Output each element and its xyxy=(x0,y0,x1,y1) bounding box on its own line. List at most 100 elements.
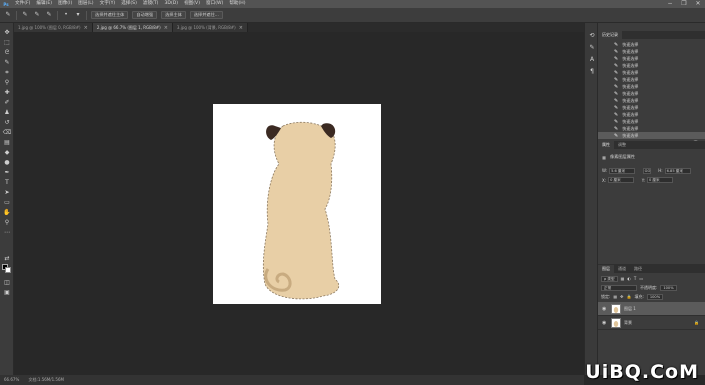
subtract-selection-icon[interactable]: ✎ xyxy=(45,11,53,19)
x-field[interactable]: X: 0 厘米 xyxy=(602,177,635,184)
pen-tool-icon[interactable]: ✒ xyxy=(2,169,12,177)
history-item[interactable]: ✎ 快速选择 xyxy=(598,69,705,76)
height-field[interactable]: H: 6.85 厘米 xyxy=(658,167,691,174)
history-item[interactable]: ✎ 快速选择 xyxy=(598,76,705,83)
new-selection-icon[interactable]: ✎ xyxy=(21,11,29,19)
opacity-input[interactable]: 100% xyxy=(660,284,677,291)
menu-edit[interactable]: 编辑(E) xyxy=(33,0,55,8)
filter-pixel-icon[interactable]: ▦ xyxy=(621,276,625,281)
screen-mode-icon[interactable]: ▣ xyxy=(2,289,12,297)
zoom-tool-icon[interactable]: ⚲ xyxy=(2,219,12,227)
filter-shape-icon[interactable]: ▭ xyxy=(639,276,643,281)
blend-mode-select[interactable]: 正常 xyxy=(601,284,637,291)
minimize-button[interactable]: − xyxy=(663,0,677,8)
brush-size-icon[interactable]: • xyxy=(62,11,70,19)
lasso-tool-icon[interactable]: ᘓ xyxy=(2,49,12,57)
blur-tool-icon[interactable]: ◆ xyxy=(2,149,12,157)
character-panel-icon[interactable]: A xyxy=(587,55,597,64)
link-dimensions-button[interactable]: GO xyxy=(642,168,651,175)
hand-tool-icon[interactable]: ✋ xyxy=(2,209,12,217)
history-item[interactable]: ✎ 快速选择 xyxy=(598,132,705,139)
lock-all-icon[interactable]: 🔒 xyxy=(627,294,632,299)
quick-selection-tool-icon[interactable]: ✎ xyxy=(2,59,12,67)
y-field[interactable]: Y: 0 厘米 xyxy=(642,177,673,184)
history-item[interactable]: ✎ 快速选择 xyxy=(598,97,705,104)
clone-stamp-tool-icon[interactable]: ♟ xyxy=(2,109,12,117)
paragraph-panel-icon[interactable]: ¶ xyxy=(587,67,597,76)
menu-3d[interactable]: 3D(D) xyxy=(161,0,181,8)
restore-button[interactable]: ❐ xyxy=(677,0,691,8)
history-item[interactable]: ✎ 快速选择 xyxy=(598,83,705,90)
history-item[interactable]: ✎ 快速选择 xyxy=(598,104,705,111)
background-color-swatch[interactable] xyxy=(5,267,11,273)
swap-colors-icon[interactable]: ⇄ xyxy=(2,255,12,263)
menu-type[interactable]: 文字(Y) xyxy=(97,0,119,8)
tab-channels[interactable]: 通道 xyxy=(614,265,630,273)
close-tab-icon[interactable]: × xyxy=(84,25,88,31)
brush-tool-icon[interactable]: ✐ xyxy=(2,99,12,107)
filter-type-icon[interactable]: T xyxy=(634,276,636,281)
eraser-tool-icon[interactable]: ⌫ xyxy=(2,129,12,137)
width-field[interactable]: W: 5.6 厘米 xyxy=(602,167,636,174)
tab-paths[interactable]: 路径 xyxy=(630,265,646,273)
eyedropper-tool-icon[interactable]: ⚲ xyxy=(2,79,12,87)
layer-row[interactable]: ◉ 图层 1 xyxy=(598,302,705,316)
tab-adjustments[interactable]: 调整 xyxy=(614,141,630,149)
path-selection-tool-icon[interactable]: ➤ xyxy=(2,189,12,197)
canvas-area[interactable] xyxy=(14,32,584,375)
layer-row[interactable]: ◉ 背景 🔒 xyxy=(598,316,705,330)
history-item[interactable]: ✎ 快速选择 xyxy=(598,111,705,118)
history-brush-tool-icon[interactable]: ↺ xyxy=(2,119,12,127)
tab-properties[interactable]: 属性 xyxy=(598,141,614,149)
document-tab-1[interactable]: 1.jpg @ 100% (图层 0, RGB/8#) × xyxy=(14,23,93,32)
menu-window[interactable]: 窗口(W) xyxy=(203,0,226,8)
history-item[interactable]: ✎ 快速选择 xyxy=(598,62,705,69)
rectangle-tool-icon[interactable]: ▭ xyxy=(2,199,12,207)
history-item[interactable]: ✎ 快速选择 xyxy=(598,41,705,48)
document-canvas[interactable] xyxy=(213,104,381,304)
visibility-eye-icon[interactable]: ◉ xyxy=(602,320,608,326)
gradient-tool-icon[interactable]: ▤ xyxy=(2,139,12,147)
tab-history[interactable]: 历史记录 xyxy=(598,31,622,39)
select-and-mask-button[interactable]: 选择并遮住... xyxy=(189,11,223,19)
filter-adjustment-icon[interactable]: ◐ xyxy=(627,276,631,281)
history-item[interactable]: ✎ 快速选择 xyxy=(598,48,705,55)
document-tab-2[interactable]: 2.jpg @ 66.7% (图层 1, RGB/8#) × xyxy=(92,23,173,32)
type-tool-icon[interactable]: T xyxy=(2,179,12,187)
menu-select[interactable]: 选择(S) xyxy=(118,0,140,8)
brush-settings-icon[interactable]: ✎ xyxy=(587,43,597,52)
visibility-eye-icon[interactable]: ◉ xyxy=(602,306,608,312)
history-item[interactable]: ✎ 快速选择 xyxy=(598,90,705,97)
close-button[interactable]: ✕ xyxy=(691,0,705,8)
history-panel-icon[interactable]: ⟲ xyxy=(587,31,597,40)
more-tools-icon[interactable]: ⋯ xyxy=(2,229,12,237)
menu-help[interactable]: 帮助(H) xyxy=(226,0,248,8)
menu-filter[interactable]: 滤镜(T) xyxy=(140,0,162,8)
marquee-tool-icon[interactable]: ⬚ xyxy=(2,39,12,47)
tab-layers[interactable]: 图层 xyxy=(598,264,614,273)
close-tab-icon[interactable]: × xyxy=(164,25,168,31)
healing-brush-tool-icon[interactable]: ✚ xyxy=(2,89,12,97)
quick-mask-icon[interactable]: ◫ xyxy=(2,279,12,287)
menu-file[interactable]: 文件(F) xyxy=(12,0,33,8)
document-tab-3[interactable]: 3.jpg @ 100% (背景, RGB/8#) × xyxy=(172,23,248,32)
select-subject-button[interactable]: 选择主体 xyxy=(161,11,186,19)
menu-layer[interactable]: 图层(L) xyxy=(75,0,96,8)
history-item[interactable]: ✎ 快速选择 xyxy=(598,55,705,62)
add-selection-icon[interactable]: ✎ xyxy=(33,11,41,19)
lock-position-icon[interactable]: ✥ xyxy=(620,294,623,299)
move-tool-icon[interactable]: ✥ xyxy=(2,29,12,37)
layer-filter-select[interactable]: ρ 类型 xyxy=(601,275,618,282)
select-subject-checkbox[interactable]: 选择并遮住主体 xyxy=(91,11,129,19)
history-item[interactable]: ✎ 快速选择 xyxy=(598,118,705,125)
fill-input[interactable]: 100% xyxy=(646,293,664,300)
zoom-level[interactable]: 66.67% xyxy=(4,377,19,382)
menu-image[interactable]: 图像(I) xyxy=(55,0,75,8)
close-tab-icon[interactable]: × xyxy=(239,25,243,31)
auto-enhance-checkbox[interactable]: 自动增强 xyxy=(132,11,158,19)
brush-size-dropdown-icon[interactable]: ▾ xyxy=(74,11,82,19)
lock-pixels-icon[interactable]: ▦ xyxy=(613,294,617,299)
crop-tool-icon[interactable]: ⌗ xyxy=(2,69,12,77)
menu-view[interactable]: 视图(V) xyxy=(181,0,203,8)
quick-selection-tool-icon[interactable]: ✎ xyxy=(4,11,12,19)
